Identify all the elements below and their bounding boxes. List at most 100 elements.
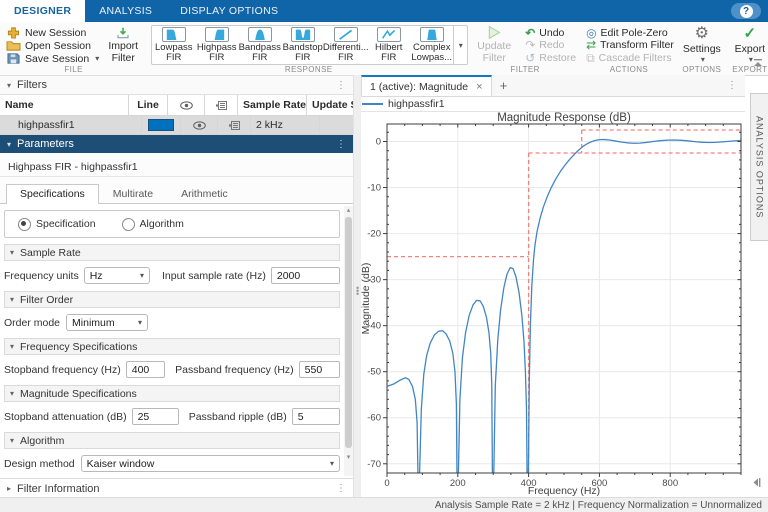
response-gallery: Lowpass FIR Highpass FIR Bandpass FIR Bands… <box>151 25 469 65</box>
save-session-button[interactable]: Save Session ▾ <box>6 52 99 65</box>
tab-display-options[interactable]: DISPLAY OPTIONS <box>166 0 292 22</box>
new-session-button[interactable]: New Session <box>6 26 99 39</box>
differentiator-fir-button[interactable]: Differenti... FIR <box>323 26 369 64</box>
passband-frequency-field[interactable]: 550 <box>298 361 340 378</box>
column-visibility[interactable] <box>168 95 205 115</box>
radio-algorithm[interactable]: Algorithm <box>121 217 184 231</box>
filter-row-highpassfir1[interactable]: highpassfir1 2 kHz <box>0 116 353 135</box>
redo-button[interactable]: ↷ Redo <box>525 39 576 51</box>
hilbert-icon <box>376 27 401 42</box>
filter-line-cell[interactable] <box>142 116 181 134</box>
svg-text:800: 800 <box>662 478 678 489</box>
actions-section-label: ACTIONS <box>609 65 649 74</box>
bandstop-fir-button[interactable]: Bandstop FIR <box>281 26 324 64</box>
response-gallery-dropdown[interactable]: ▾ <box>453 26 467 64</box>
column-name[interactable]: Name <box>0 95 129 115</box>
lowpass-fir-button[interactable]: Lowpass FIR <box>152 26 195 64</box>
tab-designer[interactable]: DESIGNER <box>0 0 86 22</box>
frequency-units-select[interactable]: Hz ▾ <box>83 267 150 284</box>
highpass-fir-button[interactable]: Highpass FIR <box>195 26 238 64</box>
analysis-status-text: Analysis Sample Rate = 2 kHz | Frequency… <box>434 499 762 511</box>
lowpass-icon <box>161 27 186 42</box>
column-line[interactable]: Line <box>129 95 168 115</box>
column-update-status[interactable]: Update Status <box>307 95 353 115</box>
line-color-swatch[interactable] <box>148 119 174 131</box>
import-filter-button[interactable]: Import Filter <box>101 26 145 64</box>
complex-lowpass-fir-button[interactable]: Complex Lowpas... <box>410 26 453 64</box>
bandpass-fir-button[interactable]: Bandpass FIR <box>238 26 281 64</box>
kebab-menu-icon[interactable]: ⋮ <box>336 80 346 91</box>
scroll-down-icon[interactable]: ▾ <box>344 453 353 462</box>
filter-section-label: FILTER <box>510 65 540 74</box>
plot-legend[interactable]: highpassfir1 <box>361 97 745 112</box>
ribbon-section-options: ⚙ Settings ▾ OPTIONS <box>678 22 726 75</box>
chevron-down-icon: ▾ <box>139 271 144 280</box>
algorithm-section-header[interactable]: ▾ Algorithm <box>4 432 340 449</box>
tab-arithmetic[interactable]: Arithmetic <box>167 184 242 203</box>
magnitude-response-plot[interactable]: 0 200 400 600 800 0 -10 -20 -30 -40 -50 -60 -70 Magni… <box>361 112 745 498</box>
radio-button-icon[interactable] <box>18 217 31 231</box>
analysis-options-side-tab[interactable]: ANALYSIS OPTIONS <box>750 93 768 241</box>
parameters-scrollbar[interactable]: ▴ ▾ <box>344 206 353 476</box>
scroll-up-icon[interactable]: ▴ <box>344 206 353 215</box>
stopband-frequency-label: Stopband frequency (Hz) <box>4 363 121 376</box>
tab-analysis[interactable]: ANALYSIS <box>85 0 166 22</box>
edit-pole-zero-button[interactable]: ◎ Edit Pole-Zero <box>586 27 674 39</box>
svg-text:Magnitude Response (dB): Magnitude Response (dB) <box>497 112 631 124</box>
filters-section-header[interactable]: ▾ Filters ⋮ <box>0 75 353 95</box>
filter-properties-cell[interactable] <box>218 116 251 134</box>
eye-icon <box>192 120 206 130</box>
open-session-button[interactable]: Open Session <box>6 39 99 52</box>
restore-button[interactable]: ↺ Restore <box>525 52 576 64</box>
help-button[interactable]: ? <box>731 3 761 19</box>
column-properties[interactable] <box>205 95 238 115</box>
magnitude-response-chart[interactable]: 0 200 400 600 8000-10-20-30-40-50-60-70Magni… <box>361 112 745 500</box>
design-mode-group: Specification Algorithm <box>4 210 340 238</box>
kebab-menu-icon[interactable]: ⋮ <box>336 483 346 494</box>
scrollbar-thumb[interactable] <box>345 217 352 448</box>
filter-order-section-header[interactable]: ▾ Filter Order <box>4 291 340 308</box>
collapse-icon: ▾ <box>7 80 12 90</box>
order-mode-select[interactable]: Minimum ▾ <box>66 314 149 331</box>
highpass-icon <box>204 27 229 42</box>
passband-ripple-field[interactable]: 5 <box>291 408 340 425</box>
filter-name-cell[interactable]: highpassfir1 <box>0 116 142 134</box>
kebab-menu-icon[interactable]: ⋮ <box>336 139 346 150</box>
magnitude-figure-tab[interactable]: 1 (active): Magnitude × <box>361 75 492 96</box>
tab-multirate[interactable]: Multirate <box>99 184 167 203</box>
radio-specification[interactable]: Specification <box>18 217 96 231</box>
collapse-icon: ▾ <box>7 139 12 149</box>
close-tab-icon[interactable]: × <box>476 81 482 93</box>
svg-text:-60: -60 <box>367 413 381 424</box>
save-dropdown-icon[interactable]: ▾ <box>95 54 99 63</box>
settings-dropdown-icon: ▾ <box>700 55 705 65</box>
new-figure-tab-button[interactable]: + <box>492 75 516 96</box>
hilbert-fir-button[interactable]: Hilbert FIR <box>367 26 410 64</box>
frequency-specs-section-header[interactable]: ▾ Frequency Specifications <box>4 338 340 355</box>
filter-visibility-cell[interactable] <box>181 116 218 134</box>
analysis-pane: 1 (active): Magnitude × + ⋮ highpassfir1… <box>361 75 745 498</box>
transform-filter-button[interactable]: ⇄ Transform Filter <box>586 39 674 51</box>
tab-specifications[interactable]: Specifications <box>6 184 99 204</box>
properties-panel-icon <box>215 100 227 110</box>
cascade-filters-button[interactable]: ⧉ Cascade Filters <box>586 52 674 64</box>
filter-update-status-cell <box>320 116 353 134</box>
stopband-attenuation-field[interactable]: 25 <box>131 408 179 425</box>
sample-rate-section-header[interactable]: ▾ Sample Rate <box>4 244 340 261</box>
magnitude-specs-section-header[interactable]: ▾ Magnitude Specifications <box>4 385 340 402</box>
svg-text:200: 200 <box>450 478 466 489</box>
settings-button[interactable]: ⚙ Settings ▾ <box>680 24 724 64</box>
design-method-select[interactable]: Kaiser window ▾ <box>80 455 340 472</box>
parameters-section-header[interactable]: ▾ Parameters ⋮ <box>0 135 353 153</box>
filter-information-header[interactable]: ▸ Filter Information ⋮ <box>0 478 353 498</box>
stopband-frequency-field[interactable]: 400 <box>125 361 166 378</box>
column-sample-rate[interactable]: Sample Rate <box>238 95 307 115</box>
ribbon: New Session Open Session Save Session ▾ … <box>0 22 768 76</box>
undo-button[interactable]: ↶ Undo <box>525 27 576 39</box>
radio-button-icon[interactable] <box>121 217 135 231</box>
figure-tab-menu[interactable]: ⋮ <box>719 75 745 96</box>
collapse-side-panel-button[interactable] <box>752 474 761 492</box>
input-sample-rate-field[interactable]: 2000 <box>270 267 340 284</box>
minimize-ribbon-button[interactable] <box>753 54 763 72</box>
update-filter-button[interactable]: Update Filter <box>472 24 516 64</box>
